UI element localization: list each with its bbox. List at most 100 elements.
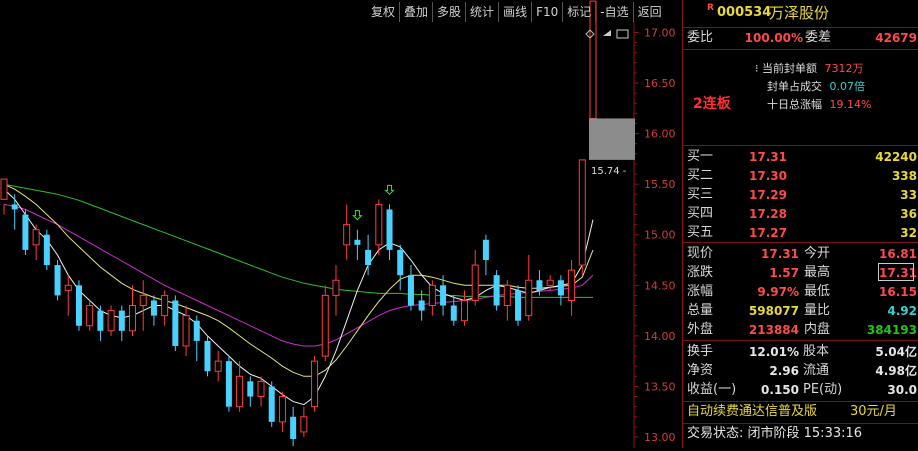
- stats-button[interactable]: 统计: [465, 2, 498, 22]
- candle-body[interactable]: [268, 386, 275, 422]
- candle-body[interactable]: [247, 381, 254, 397]
- candle-body[interactable]: [568, 269, 576, 301]
- candle-body[interactable]: [536, 280, 543, 291]
- candle-body[interactable]: [578, 159, 586, 266]
- candle-body[interactable]: [300, 416, 308, 433]
- bid-row[interactable]: 买一 17.31 42240: [687, 147, 917, 167]
- candle-body[interactable]: [471, 264, 479, 301]
- seal-amount-label: 当前封单额: [762, 62, 817, 75]
- add-watchlist-button[interactable]: -自选: [595, 2, 632, 22]
- candle-body[interactable]: [257, 380, 265, 398]
- candle-body[interactable]: [54, 265, 61, 296]
- bid-volume: 33: [900, 188, 917, 202]
- candle-body[interactable]: [375, 203, 383, 246]
- candle-body[interactable]: [86, 305, 94, 327]
- candle-body[interactable]: [193, 320, 200, 341]
- price-marker-label: 15.74 -: [591, 166, 627, 177]
- candle-body[interactable]: [161, 294, 169, 317]
- candle-body[interactable]: [150, 300, 157, 316]
- candle-body[interactable]: [321, 294, 329, 357]
- candle-body[interactable]: [557, 280, 564, 296]
- candle-body[interactable]: [460, 299, 468, 322]
- candle-body[interactable]: [407, 275, 414, 306]
- candle-body[interactable]: [450, 305, 457, 321]
- mark-button[interactable]: 标记: [562, 2, 595, 22]
- candle-body[interactable]: [172, 300, 179, 346]
- overlay-button[interactable]: 叠加: [399, 2, 432, 22]
- bid-price: 17.30: [749, 169, 787, 183]
- candle-body[interactable]: [493, 275, 500, 306]
- expand-triangle-icon[interactable]: [603, 30, 611, 36]
- candle-body[interactable]: [129, 305, 137, 332]
- candle-body[interactable]: [225, 361, 232, 407]
- candle-body[interactable]: [214, 360, 222, 372]
- candle-body[interactable]: [482, 239, 489, 261]
- candle-body[interactable]: [11, 204, 18, 210]
- candle-body[interactable]: [139, 294, 147, 307]
- quote-label: 最高: [804, 265, 831, 280]
- candle-body[interactable]: [0, 178, 8, 200]
- candle-body[interactable]: [118, 310, 125, 331]
- candle-body[interactable]: [204, 340, 211, 372]
- candle-body[interactable]: [515, 290, 522, 321]
- f10-button[interactable]: F10: [531, 2, 562, 22]
- kline-svg[interactable]: 17.00 16.50 16.00 15.50 15.00 14.50 14.00 13.50…: [0, 0, 682, 451]
- candle-body[interactable]: [97, 310, 104, 331]
- bid-price: 17.28: [749, 207, 787, 221]
- weibi-label: 委比: [687, 30, 714, 45]
- multi-stock-button[interactable]: 多股: [432, 2, 465, 22]
- kline-chart[interactable]: 17.00 16.50 16.00 15.50 15.00 14.50 14.00 13.50…: [0, 0, 682, 451]
- bid-row[interactable]: 买四 17.28 36: [687, 204, 917, 224]
- candle-body[interactable]: [525, 279, 533, 317]
- stock-header: R 000534 万泽股份: [687, 3, 916, 25]
- bid-row[interactable]: 买五 17.27 32: [687, 223, 917, 243]
- promo-row[interactable]: 自动续费通达信普及版 30元/月: [687, 402, 916, 422]
- candle-body[interactable]: [428, 284, 436, 307]
- stock-code[interactable]: 000534: [717, 3, 771, 23]
- candle-body[interactable]: [418, 300, 425, 311]
- bid-volume: 42240: [875, 150, 917, 164]
- fund-label: 换手: [687, 344, 714, 359]
- quote-row: 涨幅 9.97% 最低 16.15: [687, 282, 917, 302]
- candle-body[interactable]: [32, 229, 40, 246]
- weicha-value: 42679: [875, 31, 917, 45]
- candle-body[interactable]: [440, 285, 447, 306]
- candle-body[interactable]: [343, 224, 351, 246]
- candle-body[interactable]: [107, 310, 115, 332]
- y-tick-label: 14.50: [644, 279, 676, 292]
- candle-body[interactable]: [236, 375, 244, 408]
- candle-body[interactable]: [75, 285, 82, 326]
- candle-body[interactable]: [43, 234, 50, 266]
- candle-body[interactable]: [354, 239, 361, 245]
- candle-body[interactable]: [365, 249, 372, 266]
- candle-body[interactable]: [22, 214, 29, 250]
- back-button[interactable]: 返回: [632, 2, 666, 22]
- fund-label: PE(动): [803, 382, 843, 397]
- candle-body[interactable]: [546, 279, 554, 286]
- seal-amount-value: 7312万: [824, 62, 864, 75]
- window-icon[interactable]: [616, 29, 629, 39]
- fund-label: 净资: [687, 363, 714, 378]
- stock-name[interactable]: 万泽股份: [769, 3, 829, 23]
- candle-body[interactable]: [278, 396, 286, 423]
- candle-body[interactable]: [290, 416, 297, 440]
- promo-text[interactable]: 自动续费通达信普及版: [687, 402, 817, 422]
- candle-body[interactable]: [64, 284, 72, 291]
- draw-line-button[interactable]: 画线: [498, 2, 531, 22]
- bid-row[interactable]: 买三 17.29 33: [687, 185, 917, 205]
- candle-body[interactable]: [386, 209, 393, 250]
- quote-row: 总量 598077 量比 4.92: [687, 301, 917, 321]
- promo-price[interactable]: 30元/月: [850, 402, 897, 422]
- candle-body[interactable]: [332, 279, 340, 296]
- candle-body[interactable]: [311, 360, 319, 408]
- candle-body[interactable]: [182, 315, 190, 347]
- bid-volume: 36: [900, 207, 917, 221]
- lianban-label: 2连板: [693, 96, 731, 112]
- gap-block: [589, 118, 635, 160]
- y-tick-label: 17.00: [644, 26, 676, 39]
- bid-row[interactable]: 买二 17.30 338: [687, 166, 917, 186]
- fuquan-button[interactable]: 复权: [367, 2, 399, 22]
- candle-body[interactable]: [503, 284, 511, 307]
- y-tick-label: 13.50: [644, 380, 676, 393]
- candle-body[interactable]: [397, 249, 404, 276]
